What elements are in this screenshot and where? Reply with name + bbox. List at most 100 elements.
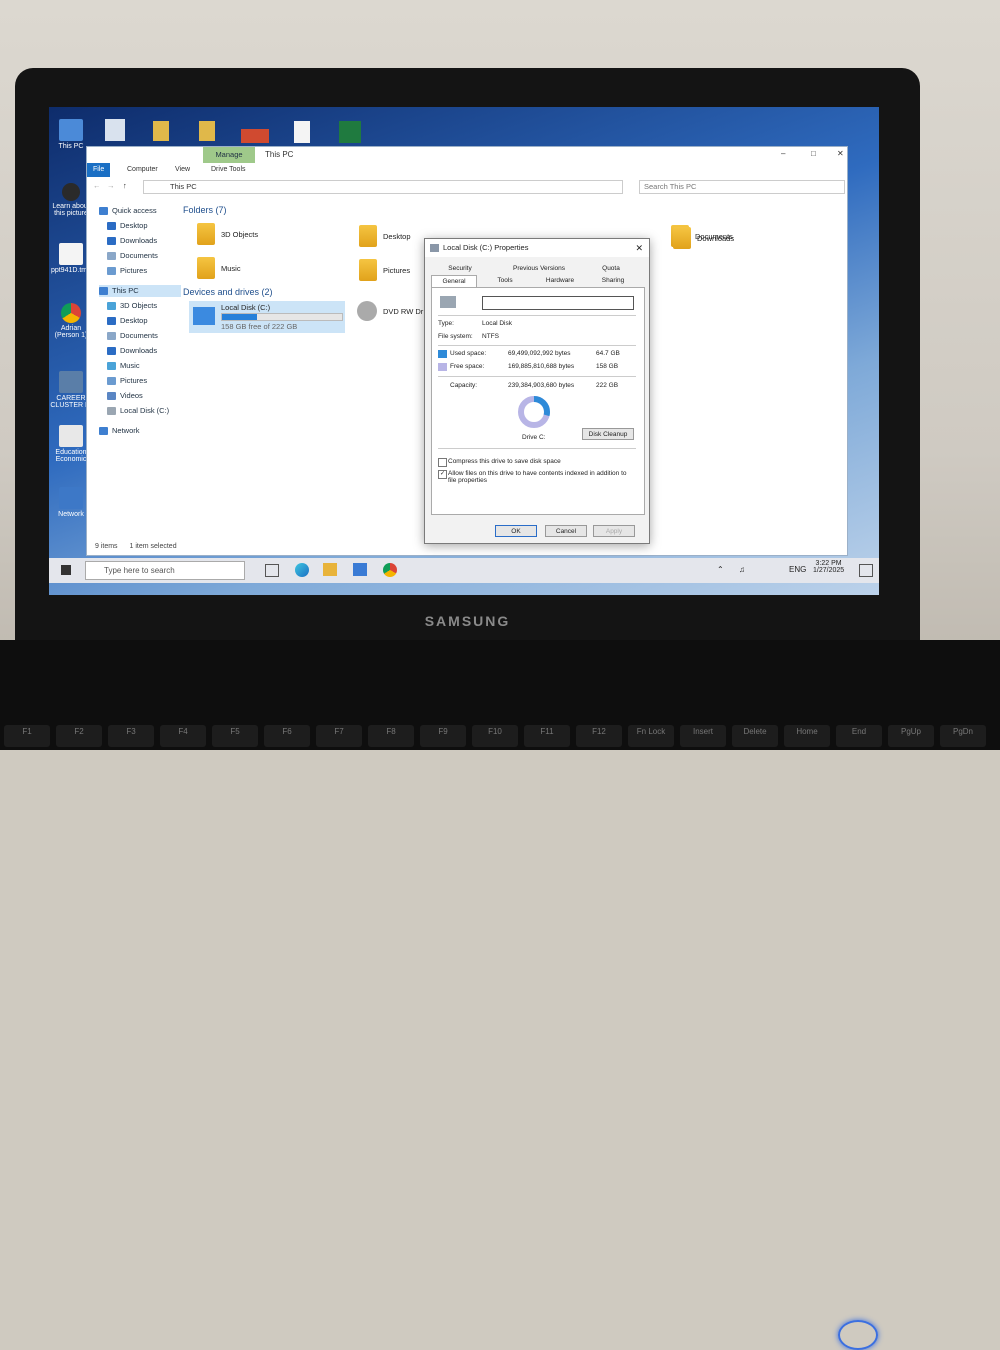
notifications-icon[interactable] [859, 564, 873, 577]
cancel-button[interactable]: Cancel [545, 525, 587, 537]
speaker-icon[interactable]: ♫ [739, 565, 745, 574]
folder-icon[interactable] [153, 121, 169, 141]
document-icon[interactable] [294, 121, 310, 143]
tab-computer[interactable]: Computer [121, 163, 164, 177]
key[interactable]: F9 [420, 725, 466, 747]
tab-file[interactable]: File [87, 163, 111, 177]
used-space-label: Used space: [450, 350, 487, 357]
nav-downloads[interactable]: Downloads [107, 235, 157, 247]
tab-view[interactable]: View [169, 163, 196, 177]
key[interactable]: Fn Lock [628, 725, 674, 747]
compress-checkbox[interactable] [438, 458, 447, 467]
ok-button[interactable]: OK [495, 525, 537, 537]
capacity-bytes: 239,384,903,680 bytes [508, 382, 575, 389]
star-icon [99, 207, 108, 215]
folder-icon [359, 225, 377, 247]
tab-hardware[interactable]: Hardware [537, 275, 583, 286]
download-icon [107, 237, 116, 245]
nav-quick-access[interactable]: Quick access [99, 205, 157, 217]
key[interactable]: F8 [368, 725, 414, 747]
folder-desktop[interactable]: Desktop [359, 225, 411, 247]
tab-sharing[interactable]: Sharing [593, 275, 633, 286]
taskbar: Type here to search ⌃ ♫ ENG 3:22 PM 1/27… [49, 558, 879, 583]
store-icon[interactable] [353, 563, 367, 576]
tab-general[interactable]: General [431, 275, 477, 287]
drive-local-disk[interactable]: Local Disk (C:) 158 GB free of 222 GB [189, 301, 345, 333]
nav-pc-documents[interactable]: Documents [107, 330, 158, 342]
desktop-icon-this-pc[interactable]: This PC [49, 119, 93, 150]
key[interactable]: F5 [212, 725, 258, 747]
nav-pc-pictures[interactable]: Pictures [107, 375, 147, 387]
key[interactable]: F4 [160, 725, 206, 747]
drive-icon [107, 407, 116, 415]
key[interactable]: PgDn [940, 725, 986, 747]
key[interactable]: PgUp [888, 725, 934, 747]
folder-downloads[interactable]: Downloads [673, 227, 734, 249]
presentation-icon[interactable] [241, 129, 269, 143]
folder-icon[interactable] [199, 121, 215, 141]
recycle-bin-icon[interactable] [105, 119, 125, 141]
tab-previous-versions[interactable]: Previous Versions [509, 263, 569, 274]
apply-button[interactable]: Apply [593, 525, 635, 537]
drives-group-header[interactable]: Devices and drives (2) [183, 287, 273, 297]
key[interactable]: Insert [680, 725, 726, 747]
key[interactable]: F7 [316, 725, 362, 747]
tab-drive-tools[interactable]: Drive Tools [205, 163, 252, 177]
maximize-button[interactable]: □ [811, 149, 816, 158]
key[interactable]: Home [784, 725, 830, 747]
language-indicator[interactable]: ENG [789, 565, 806, 574]
nav-pc-desktop[interactable]: Desktop [107, 315, 148, 327]
nav-documents[interactable]: Documents [107, 250, 158, 262]
divider [438, 376, 636, 377]
nav-3d-objects[interactable]: 3D Objects [107, 300, 157, 312]
nav-pc-videos[interactable]: Videos [107, 390, 143, 402]
drive-dvd[interactable]: DVD RW Dr [357, 301, 423, 321]
nav-local-disk[interactable]: Local Disk (C:) [107, 405, 169, 417]
nav-desktop[interactable]: Desktop [107, 220, 148, 232]
spreadsheet-icon[interactable] [339, 121, 361, 143]
folder-music[interactable]: Music [197, 257, 241, 279]
nav-network[interactable]: Network [99, 425, 140, 437]
up-arrow-icon[interactable]: ↑ [123, 181, 127, 190]
folder-3d-objects[interactable]: 3D Objects [197, 223, 258, 245]
ribbon-context-manage[interactable]: Manage [203, 147, 255, 163]
taskbar-search-input[interactable]: Type here to search [85, 561, 245, 580]
key[interactable]: F2 [56, 725, 102, 747]
close-button[interactable]: ✕ [837, 149, 844, 158]
tab-security[interactable]: Security [445, 263, 475, 274]
forward-arrow-icon[interactable]: → [107, 181, 115, 190]
key[interactable]: F1 [4, 725, 50, 747]
volume-label-input[interactable] [482, 296, 634, 310]
folders-group-header[interactable]: Folders (7) [183, 205, 227, 215]
nav-pictures[interactable]: Pictures [107, 265, 147, 277]
chrome-icon[interactable] [383, 563, 397, 577]
address-bar[interactable]: This PC [143, 180, 623, 194]
minimize-button[interactable]: – [781, 149, 785, 158]
nav-pc-downloads[interactable]: Downloads [107, 345, 157, 357]
clock[interactable]: 3:22 PM 1/27/2025 [813, 560, 844, 574]
nav-pc-music[interactable]: Music [107, 360, 140, 372]
key[interactable]: F12 [576, 725, 622, 747]
tab-tools[interactable]: Tools [487, 275, 523, 286]
windows-start-icon[interactable] [61, 565, 71, 575]
close-icon[interactable]: ✕ [635, 239, 643, 257]
video-icon [107, 392, 116, 400]
key[interactable]: Delete [732, 725, 778, 747]
file-explorer-icon[interactable] [323, 563, 337, 576]
folder-pictures[interactable]: Pictures [359, 259, 410, 281]
disk-cleanup-button[interactable]: Disk Cleanup [582, 428, 634, 440]
key[interactable]: F6 [264, 725, 310, 747]
power-button[interactable] [838, 1320, 878, 1350]
nav-this-pc[interactable]: This PC [99, 285, 181, 297]
search-input[interactable]: Search This PC [639, 180, 845, 194]
tray-chevron-icon[interactable]: ⌃ [717, 565, 724, 574]
key[interactable]: End [836, 725, 882, 747]
edge-icon[interactable] [295, 563, 309, 577]
key[interactable]: F10 [472, 725, 518, 747]
back-arrow-icon[interactable]: ← [93, 181, 101, 190]
key[interactable]: F11 [524, 725, 570, 747]
index-checkbox[interactable]: ✓ [438, 470, 447, 479]
task-view-icon[interactable] [265, 564, 279, 577]
key[interactable]: F3 [108, 725, 154, 747]
tab-quota[interactable]: Quota [593, 263, 629, 274]
